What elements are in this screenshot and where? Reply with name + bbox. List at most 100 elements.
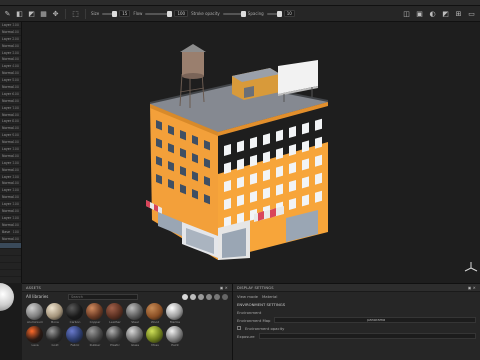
iray-icon[interactable]: ▭ — [467, 9, 476, 18]
filter-mask-icon[interactable] — [198, 293, 204, 300]
layer-row[interactable] — [0, 242, 21, 250]
exposure-field[interactable] — [258, 333, 476, 339]
layer-row[interactable]: Normal100 — [0, 153, 21, 160]
layer-row[interactable]: Layer 6100 — [0, 91, 21, 98]
eraser-tool-icon[interactable]: ◧ — [15, 9, 24, 18]
environment-settings-title: ENVIRONMENT SETTINGS — [237, 301, 286, 307]
layer-row[interactable]: Normal100 — [0, 194, 21, 202]
asset-thumbnail[interactable]: Gold — [46, 326, 64, 347]
library-dropdown[interactable]: All libraries — [26, 294, 66, 299]
flow-slider[interactable] — [145, 10, 173, 17]
layer-opacity: 100 — [12, 43, 19, 48]
layer-row[interactable] — [0, 249, 21, 257]
layer-row[interactable]: Normal100 — [0, 84, 21, 91]
environment-opacity-label: Environment opacity — [245, 325, 285, 331]
environment-map-field[interactable]: panorama — [274, 317, 476, 323]
asset-thumbnail[interactable]: Aluminium — [26, 303, 44, 324]
panel-options-icon[interactable]: ▣ ✕ — [468, 286, 476, 290]
layer-row[interactable]: Layer 5100 — [0, 77, 21, 85]
spacing-slider[interactable] — [266, 10, 282, 17]
environment-opacity-checkbox[interactable] — [237, 326, 241, 330]
layer-row[interactable]: Layer 7100 — [0, 105, 21, 112]
layer-opacity: 100 — [12, 146, 19, 151]
asset-thumbnail[interactable]: Carbon — [66, 303, 84, 324]
size-field[interactable]: 15 — [119, 10, 131, 17]
layer-row[interactable]: Layer 3100 — [0, 50, 21, 57]
layer-row[interactable]: Normal100 — [0, 236, 21, 243]
render-icon[interactable]: ◫ — [402, 9, 411, 18]
filter-material-icon[interactable] — [182, 293, 188, 300]
layer-row[interactable]: Normal100 — [0, 112, 21, 119]
preview-sphere — [0, 283, 14, 311]
layer-row[interactable]: Normal100 — [0, 98, 21, 105]
asset-search-input[interactable]: Search — [68, 293, 138, 300]
layer-row[interactable]: Normal100 — [0, 56, 21, 64]
asset-thumbnail[interactable]: Bone — [46, 303, 64, 324]
asset-thumbnail[interactable]: Glass — [126, 326, 144, 347]
projection-tool-icon[interactable]: ◩ — [27, 9, 36, 18]
layer-label: Normal — [2, 153, 13, 158]
camera-icon[interactable]: ▣ — [415, 9, 424, 18]
layer-row[interactable]: Layer 10100 — [0, 146, 21, 153]
layer-row[interactable]: Normal100 — [0, 70, 21, 78]
layer-row[interactable] — [0, 270, 21, 277]
layer-row[interactable]: Normal100 — [0, 139, 21, 147]
light-icon[interactable]: ◐ — [428, 9, 437, 18]
flow-field[interactable]: 100 — [174, 10, 189, 17]
layer-label: Normal — [2, 195, 13, 200]
asset-thumbnail[interactable]: Leather — [106, 303, 124, 324]
asset-thumbnail[interactable]: Fabric — [66, 326, 84, 347]
asset-thumbnail[interactable]: Rubber — [86, 326, 104, 347]
panel-close-icon[interactable]: ▣ ✕ — [220, 286, 228, 290]
layer-row[interactable]: Layer 15100 — [0, 215, 21, 222]
layer-row[interactable]: Layer 1100 — [0, 22, 21, 29]
asset-thumbnail[interactable]: Moss — [146, 326, 164, 347]
polygon-fill-icon[interactable]: ▦ — [39, 9, 48, 18]
layer-row[interactable]: Layer 4100 — [0, 63, 21, 71]
filter-smart-material-icon[interactable] — [190, 293, 196, 300]
material-ball-icon — [126, 303, 143, 320]
layer-row[interactable]: Layer 2100 — [0, 36, 21, 43]
layer-row[interactable]: Layer 9100 — [0, 132, 21, 140]
layer-row[interactable]: Normal100 — [0, 208, 21, 215]
environment-opacity-row: Environment opacity — [233, 324, 480, 332]
layer-row[interactable]: Normal100 — [0, 222, 21, 229]
layer-row[interactable]: Normal100 — [0, 180, 21, 188]
layer-row[interactable]: Normal100 — [0, 43, 21, 50]
layer-row[interactable]: Layer 12100 — [0, 174, 21, 181]
asset-thumbnail[interactable]: Copper — [86, 303, 104, 324]
filter-font-icon[interactable] — [222, 293, 228, 300]
filter-brush-icon[interactable] — [206, 293, 212, 300]
brush-tool-icon[interactable]: ✎ — [3, 9, 12, 18]
spacing-field[interactable]: 10 — [283, 10, 295, 17]
filter-texture-icon[interactable] — [214, 293, 220, 300]
asset-thumbnail[interactable]: Marble — [166, 303, 184, 324]
asset-thumbnail[interactable]: Plastic — [106, 326, 124, 347]
view-mode-value[interactable]: Material — [262, 294, 277, 299]
layer-row[interactable]: Normal100 — [0, 125, 21, 133]
layer-row[interactable]: Layer 13100 — [0, 187, 21, 195]
layer-label: Layer 10 — [2, 146, 13, 151]
grid-icon[interactable]: ⊞ — [454, 9, 463, 18]
size-slider[interactable] — [102, 10, 118, 17]
layer-row[interactable]: Layer 14100 — [0, 201, 21, 209]
asset-thumbnail[interactable]: Steel — [126, 303, 144, 324]
window — [224, 180, 231, 192]
layer-row[interactable]: Normal100 — [0, 29, 21, 36]
layer-row[interactable] — [0, 256, 21, 264]
assets-title: ASSETS — [26, 285, 41, 290]
layer-row[interactable]: Layer 8100 — [0, 118, 21, 126]
layer-row[interactable] — [0, 263, 21, 271]
smudge-tool-icon[interactable]: ✥ — [51, 9, 60, 18]
asset-thumbnail[interactable]: Wood — [146, 303, 164, 324]
layer-row[interactable]: Base 100 — [0, 229, 21, 236]
layer-row[interactable]: Normal100 — [0, 167, 21, 174]
layer-opacity: 100 — [12, 57, 19, 62]
layer-row[interactable]: Layer 11100 — [0, 160, 21, 167]
stroke-opacity-slider[interactable] — [222, 10, 246, 17]
pipette-icon[interactable]: ⬚ — [71, 9, 80, 18]
asset-thumbnail[interactable]: Lava — [26, 326, 44, 347]
asset-thumbnail[interactable]: Paint — [166, 326, 184, 347]
3d-viewport[interactable] — [22, 22, 480, 283]
screenshot-icon[interactable]: ◩ — [441, 9, 450, 18]
